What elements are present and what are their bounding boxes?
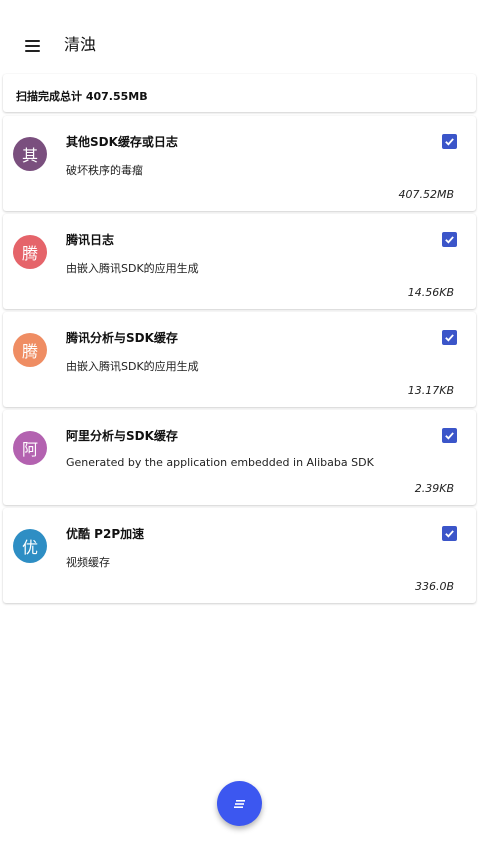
item-size: 2.39KB: [414, 482, 454, 495]
app-title: 清浊: [64, 35, 97, 54]
checkmark-icon: [445, 432, 454, 440]
item-description: 破坏秩序的毒瘤: [66, 164, 143, 177]
item-title: 腾讯日志: [66, 233, 115, 247]
item-checkbox[interactable]: [442, 526, 457, 541]
checkmark-icon: [445, 530, 454, 538]
item-avatar: 腾: [13, 333, 47, 367]
cache-item-card[interactable]: 优 优酷 P2P加速 视频缓存 336.0B: [3, 508, 476, 603]
item-avatar: 其: [13, 137, 47, 171]
item-title: 优酷 P2P加速: [66, 527, 145, 541]
item-size: 13.17KB: [407, 384, 454, 397]
item-title: 阿里分析与SDK缓存: [66, 429, 178, 443]
cache-item-card[interactable]: 腾 腾讯日志 由嵌入腾讯SDK的应用生成 14.56KB: [3, 214, 476, 309]
item-title: 其他SDK缓存或日志: [66, 135, 178, 149]
checkmark-icon: [445, 138, 454, 146]
item-description: 由嵌入腾讯SDK的应用生成: [66, 360, 199, 373]
item-checkbox[interactable]: [442, 330, 457, 345]
clean-list-icon: [233, 799, 245, 808]
menu-icon[interactable]: [20, 34, 44, 58]
cache-item-card[interactable]: 阿 阿里分析与SDK缓存 Generated by the applicatio…: [3, 410, 476, 505]
clean-fab-button[interactable]: [217, 781, 262, 826]
item-description: 由嵌入腾讯SDK的应用生成: [66, 262, 199, 275]
item-size: 336.0B: [414, 580, 454, 593]
scan-summary-card: 扫描完成总计 407.55MB: [3, 74, 476, 112]
item-checkbox[interactable]: [442, 232, 457, 247]
item-checkbox[interactable]: [442, 134, 457, 149]
item-avatar: 腾: [13, 235, 47, 269]
item-avatar: 阿: [13, 431, 47, 465]
item-description: 视频缓存: [66, 556, 110, 569]
checkmark-icon: [445, 334, 454, 342]
item-checkbox[interactable]: [442, 428, 457, 443]
scan-summary-text: 扫描完成总计 407.55MB: [16, 90, 148, 103]
item-size: 407.52MB: [398, 188, 454, 201]
cache-item-card[interactable]: 其 其他SDK缓存或日志 破坏秩序的毒瘤 407.52MB: [3, 116, 476, 211]
checkmark-icon: [445, 236, 454, 244]
item-title: 腾讯分析与SDK缓存: [66, 331, 178, 345]
item-description: Generated by the application embedded in…: [66, 456, 374, 469]
item-avatar: 优: [13, 529, 47, 563]
item-size: 14.56KB: [407, 286, 454, 299]
cache-item-card[interactable]: 腾 腾讯分析与SDK缓存 由嵌入腾讯SDK的应用生成 13.17KB: [3, 312, 476, 407]
